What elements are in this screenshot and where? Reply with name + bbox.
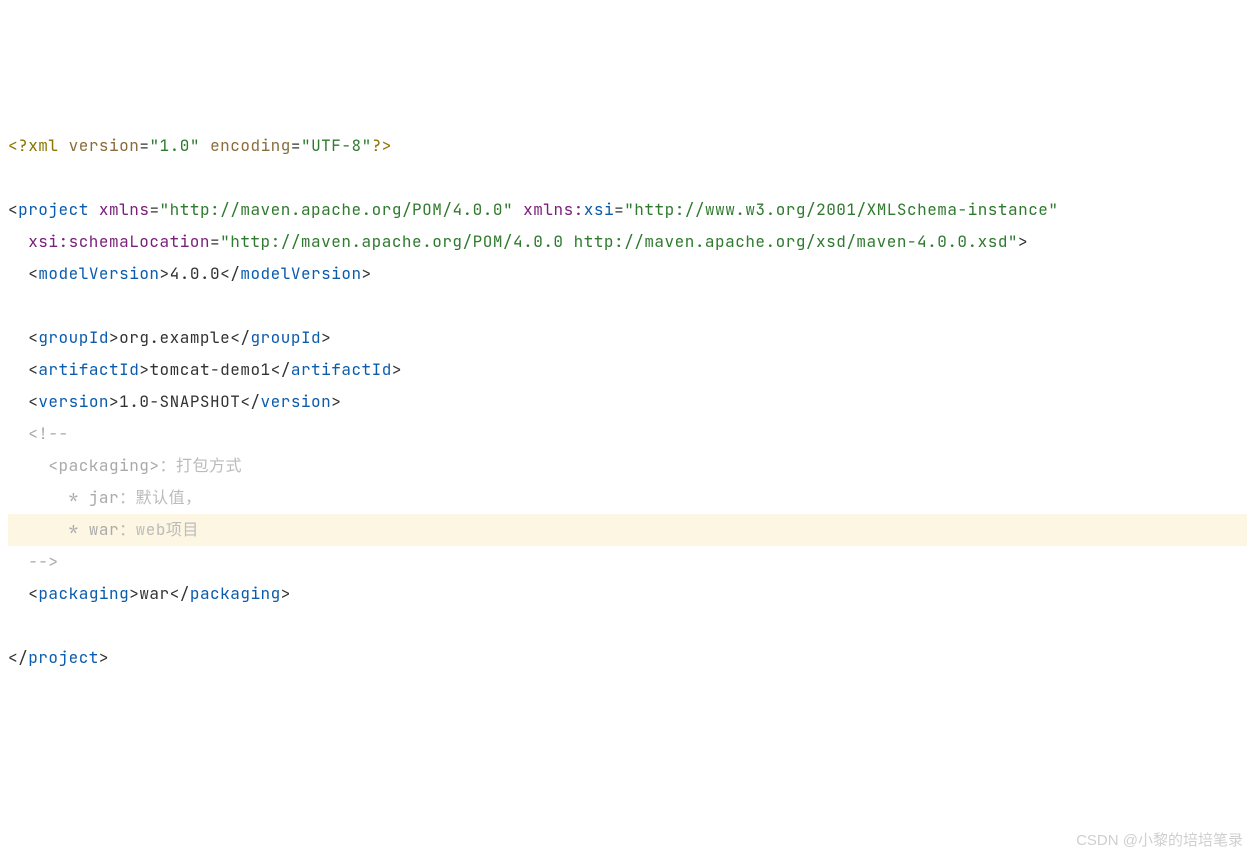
- code-line: [8, 290, 1247, 322]
- code-line: <packaging>war</packaging>: [8, 578, 1247, 610]
- code-line: </project>: [8, 642, 1247, 674]
- code-line: <version>1.0-SNAPSHOT</version>: [8, 386, 1247, 418]
- code-line: <?xml version="1.0" encoding="UTF-8"?>: [8, 130, 1247, 162]
- code-line: <project xmlns="http://maven.apache.org/…: [8, 194, 1247, 226]
- code-line: <groupId>org.example</groupId>: [8, 322, 1247, 354]
- code-line: <!--: [8, 418, 1247, 450]
- code-line: <artifactId>tomcat-demo1</artifactId>: [8, 354, 1247, 386]
- code-line: * jar：默认值，: [8, 482, 1247, 514]
- code-line: [8, 162, 1247, 194]
- code-line: * war：web项目: [8, 514, 1247, 546]
- code-line: -->: [8, 546, 1247, 578]
- code-line: <packaging>：打包方式: [8, 450, 1247, 482]
- watermark-text: CSDN @小黎的培培笔录: [1076, 826, 1243, 856]
- code-line: xsi:schemaLocation="http://maven.apache.…: [8, 226, 1247, 258]
- code-line: <modelVersion>4.0.0</modelVersion>: [8, 258, 1247, 290]
- code-line: [8, 610, 1247, 642]
- code-editor[interactable]: <?xml version="1.0" encoding="UTF-8"?> <…: [8, 130, 1247, 674]
